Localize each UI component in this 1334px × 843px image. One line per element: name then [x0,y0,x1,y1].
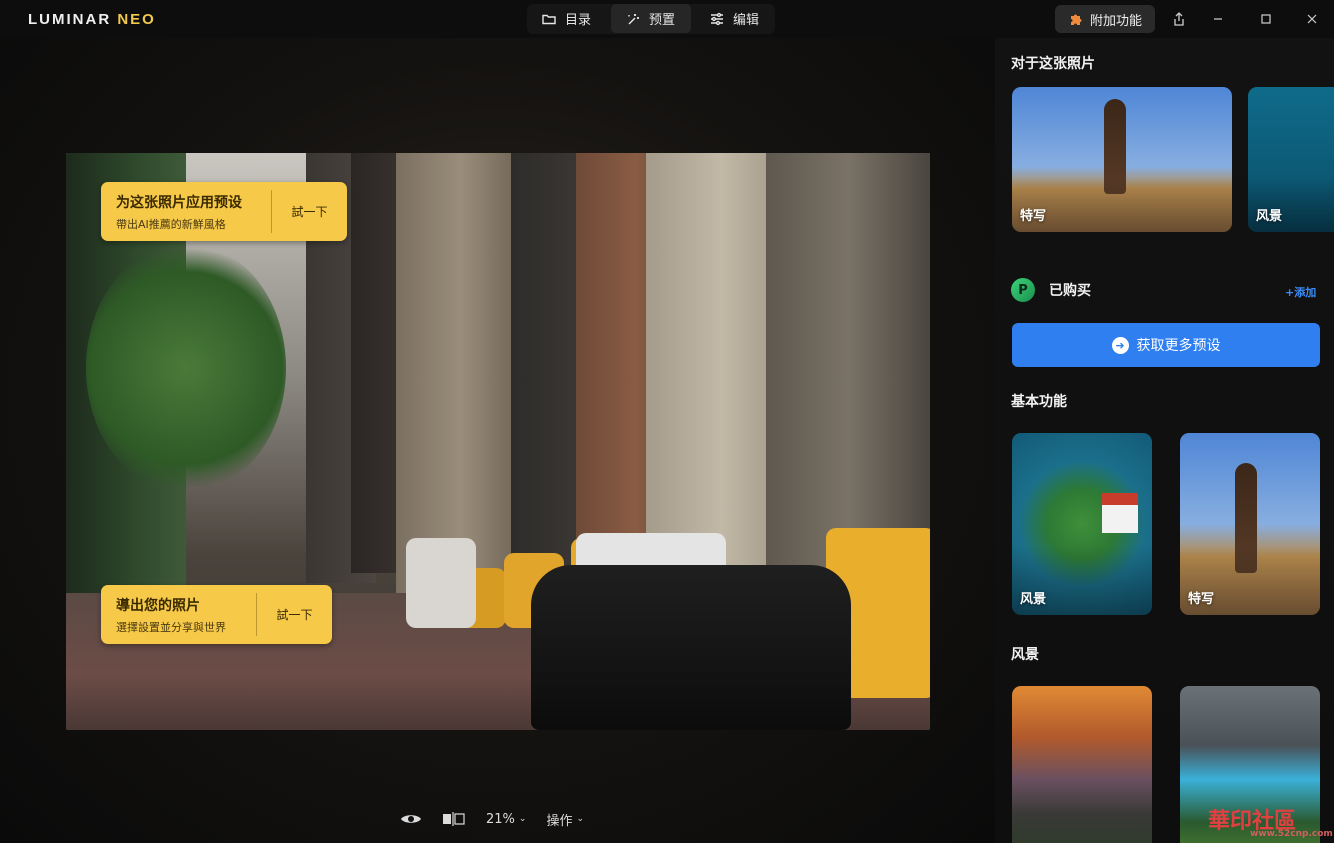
tab-presets-label: 预置 [649,13,676,28]
split-compare-icon [443,812,465,826]
preset-card-basic-portrait[interactable]: 特写 [1180,433,1320,615]
card-castle [1102,493,1138,533]
actions-dropdown[interactable]: 操作 ⌄ [546,810,584,829]
purchased-label: 已购买 [1049,283,1091,299]
main-nav: 目录 预置 编辑 [527,4,776,34]
puzzle-icon [1070,14,1082,25]
section-title-basic: 基本功能 [1011,394,1067,410]
presets-tip: 为这张照片应用预设 帶出AI推薦的新鮮風格 試一下 [101,182,347,241]
chevron-down-icon: ⌄ [518,814,527,824]
zoom-value: 21% [486,811,515,827]
chevron-down-icon: ⌄ [576,814,585,824]
logo-accent-text: NEO [117,11,156,28]
logo-text: LUMINAR [28,11,112,28]
tab-edit-label: 编辑 [733,13,760,28]
presets-tip-text: 为这张照片应用预设 帶出AI推薦的新鮮風格 [101,182,271,241]
folder-icon [542,14,556,24]
presets-tip-subtitle: 帶出AI推薦的新鮮風格 [116,218,226,231]
zoom-dropdown[interactable]: 21% ⌄ [486,812,526,827]
watermark: 華印社區 www.52cnp.com [1208,803,1334,843]
preset-card-label: 特写 [1188,592,1215,607]
compare-toggle[interactable] [442,812,466,826]
tab-edit[interactable]: 编辑 [695,4,775,33]
tab-catalog[interactable]: 目录 [527,4,607,33]
export-tip-subtitle: 選擇設置並分享與世界 [116,621,226,634]
export-tip: 導出您的照片 選擇設置並分享與世界 試一下 [101,585,332,644]
preset-card-label: 特写 [1020,209,1047,224]
preset-card-label: 风景 [1020,592,1047,607]
export-try-button[interactable]: 試一下 [256,593,332,636]
photo-car [531,565,851,730]
actions-label: 操作 [546,813,573,829]
maximize-icon [1261,14,1271,24]
app-logo: LUMINAR NEO [28,11,156,28]
presets-panel: 对于这张照片 特写 风景 P 已购买 +添加 ➜ 获取更多预设 基本功能 风景 … [995,38,1334,843]
addons-button[interactable]: 附加功能 [1055,5,1155,33]
minimize-icon [1214,18,1222,20]
photo-building [396,153,526,593]
tab-catalog-label: 目录 [565,13,592,28]
sliders-icon [711,12,724,25]
preset-card-basic-landscape[interactable]: 风景 [1012,433,1152,615]
section-title-this-photo: 对于这张照片 [1011,56,1095,72]
share-button[interactable] [1166,7,1192,31]
preset-card-label: 风景 [1256,209,1283,224]
get-more-presets-label: 获取更多预设 [1136,338,1221,354]
presets-tip-title: 为这张照片应用预设 [116,195,242,211]
add-presets-link[interactable]: +添加 [1285,284,1316,300]
arrow-right-icon: ➜ [1111,336,1129,354]
purchased-badge-icon: P [1011,278,1035,302]
preset-card-portrait[interactable]: 特写 [1012,87,1232,232]
viewer-bottom-bar: 21% ⌄ 操作 ⌄ [400,805,584,833]
eye-icon [401,815,421,823]
photo-building [766,153,930,593]
purchased-row: P 已购买 [1011,278,1091,302]
maximize-button[interactable] [1253,7,1279,31]
photo-car [406,538,476,628]
presets-try-button[interactable]: 試一下 [271,190,347,233]
section-title-landscape: 风景 [1011,647,1039,663]
get-more-presets-button[interactable]: ➜ 获取更多预设 [1012,323,1320,367]
preset-card-landscape-sunset[interactable] [1012,686,1152,843]
share-icon [1174,12,1184,26]
addons-label: 附加功能 [1089,13,1142,29]
preview-toggle[interactable] [400,812,422,826]
watermark-url: www.52cnp.com [1250,829,1333,839]
export-tip-title: 導出您的照片 [116,598,200,614]
title-bar: LUMINAR NEO 目录 预置 编辑 附加功能 [0,0,1334,38]
magic-wand-icon [628,13,640,24]
close-icon [1307,14,1317,24]
tab-presets[interactable]: 预置 [611,4,692,33]
preset-card-landscape[interactable]: 风景 [1248,87,1334,232]
close-button[interactable] [1299,7,1325,31]
export-tip-text: 導出您的照片 選擇設置並分享與世界 [101,585,256,644]
photo-trees [86,243,286,493]
minimize-button[interactable] [1205,7,1231,31]
